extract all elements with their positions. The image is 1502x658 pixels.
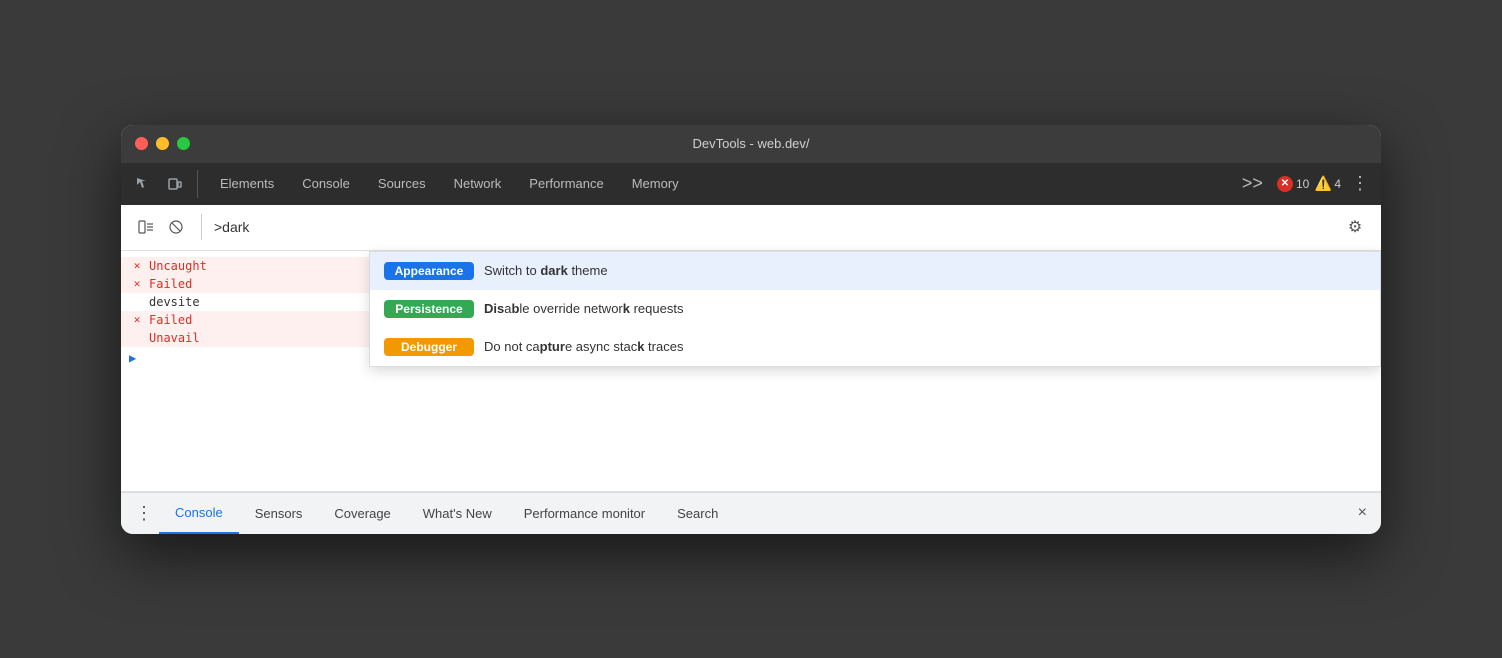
autocomplete-item-persistence[interactable]: Persistence Disable override network req… [370,290,1380,328]
more-tabs-button[interactable]: >> [1234,173,1271,194]
traffic-lights [135,137,190,150]
tab-items: Elements Console Sources Network Perform… [206,163,1234,205]
bottom-menu-button[interactable]: ⋮ [129,503,159,524]
warning-icon: ⚠️ [1315,176,1331,192]
window-title: DevTools - web.dev/ [692,136,809,151]
error-badge: ✕ 10 [1277,176,1309,192]
bottom-tab-search[interactable]: Search [661,492,734,534]
warning-count: 4 [1334,177,1341,191]
sidebar-toggle-button[interactable] [133,214,159,240]
tab-memory[interactable]: Memory [618,163,693,205]
category-badge-persistence: Persistence [384,300,474,318]
tab-bar: Elements Console Sources Network Perform… [121,163,1381,205]
tab-network[interactable]: Network [440,163,516,205]
category-badge-appearance: Appearance [384,262,474,280]
bottom-tab-coverage[interactable]: Coverage [318,492,406,534]
command-search-wrapper[interactable] [214,219,1341,235]
tab-sources[interactable]: Sources [364,163,440,205]
toolbar-left [133,214,202,240]
element-picker-button[interactable] [129,170,157,198]
item-desc-persistence: Disable override network requests [484,301,683,316]
prompt-arrow-icon: ▶ [129,351,136,365]
item-desc-debugger: Do not capture async stack traces [484,339,683,354]
console-toolbar: ⚙ [121,205,1381,251]
autocomplete-dropdown: Appearance Switch to dark theme Persiste… [369,251,1381,367]
bottom-tab-performance-monitor[interactable]: Performance monitor [508,492,661,534]
devtools-window: DevTools - web.dev/ Elements Console [121,125,1381,534]
tab-elements[interactable]: Elements [206,163,288,205]
main-content: ✕ Uncaught mjs:1 ✕ Failed user:1 devsite… [121,251,1381,491]
maximize-button[interactable] [177,137,190,150]
bottom-tab-console[interactable]: Console [159,492,239,534]
bottom-tab-bar: ⋮ Console Sensors Coverage What's New Pe… [121,492,1381,534]
error-icon: ✕ [129,277,145,290]
error-icon: ✕ [1277,176,1293,192]
item-desc-appearance: Switch to dark theme [484,263,608,278]
device-toolbar-button[interactable] [161,170,189,198]
close-bottom-bar-button[interactable]: × [1352,504,1373,522]
bottom-tab-sensors[interactable]: Sensors [239,492,319,534]
bottom-tab-whats-new[interactable]: What's New [407,492,508,534]
close-button[interactable] [135,137,148,150]
autocomplete-item-appearance[interactable]: Appearance Switch to dark theme [370,252,1380,290]
settings-button[interactable]: ⚙ [1341,213,1369,241]
devtools-menu-button[interactable]: ⋮ [1347,173,1373,194]
error-icon: ✕ [129,259,145,272]
autocomplete-item-debugger[interactable]: Debugger Do not capture async stack trac… [370,328,1380,366]
tab-bar-left-icons [129,170,198,198]
tab-performance[interactable]: Performance [515,163,617,205]
command-search-input[interactable] [214,219,1341,235]
title-bar: DevTools - web.dev/ [121,125,1381,163]
warning-badge: ⚠️ 4 [1315,176,1341,192]
minimize-button[interactable] [156,137,169,150]
tab-console[interactable]: Console [288,163,364,205]
error-count: 10 [1296,177,1309,191]
error-icon: ✕ [129,313,145,326]
category-badge-debugger: Debugger [384,338,474,356]
bottom-tabs: Console Sensors Coverage What's New Perf… [159,492,1352,534]
clear-console-button[interactable] [163,214,189,240]
tab-bar-right: >> ✕ 10 ⚠️ 4 ⋮ [1234,173,1373,194]
